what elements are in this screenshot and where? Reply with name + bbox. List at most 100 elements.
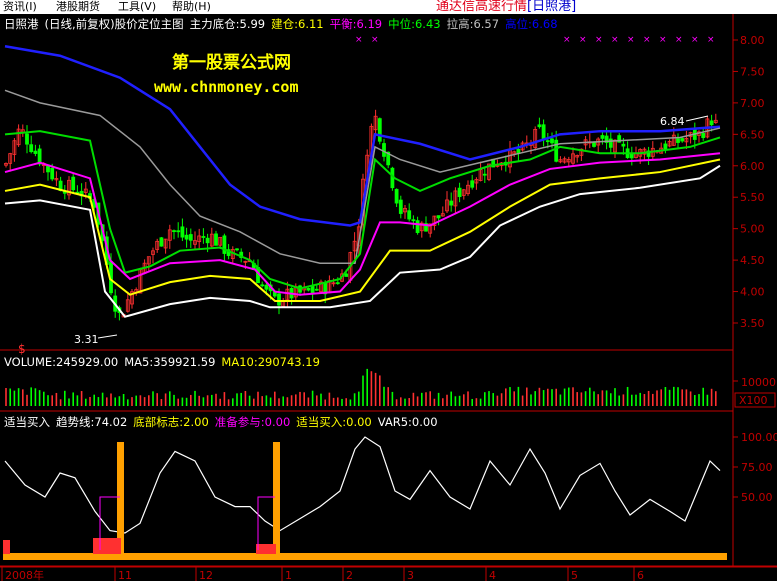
candle-body xyxy=(550,138,554,144)
bottom-flag-spike-2 xyxy=(273,442,280,560)
prepare-signal-2 xyxy=(257,496,275,550)
price-tick-label-1: 7.50 xyxy=(740,65,765,78)
signal-marker: × xyxy=(579,35,587,45)
buy-signal-marker: $ xyxy=(18,342,26,356)
annotation-low: 3.31 xyxy=(74,333,99,346)
candle-body xyxy=(50,167,55,180)
signal-marker: × xyxy=(659,35,667,45)
volume-axis-label: 10000 xyxy=(741,376,776,389)
candle-body xyxy=(436,215,441,219)
date-label-7: 5 xyxy=(571,569,578,581)
volume-unit-label: X100 xyxy=(739,394,768,407)
candle-body xyxy=(415,220,420,233)
buy-zone-0 xyxy=(3,540,10,554)
candle-body xyxy=(545,140,550,143)
indicator-tick-label-2: 50.00 xyxy=(741,491,773,504)
date-label-2: 12 xyxy=(199,569,213,581)
candle-body xyxy=(411,219,416,222)
buy-zone-2 xyxy=(256,544,276,554)
candle-body xyxy=(29,144,34,153)
candle-body xyxy=(470,180,475,188)
signal-marker: × xyxy=(563,35,571,45)
price-tick-label-9: 3.50 xyxy=(740,317,765,330)
candle-body xyxy=(205,237,210,244)
price-tick-label-8: 4.00 xyxy=(740,286,765,299)
candle-body xyxy=(537,124,542,128)
price-tick-label-2: 7.00 xyxy=(740,97,765,110)
bottom-flag-bar xyxy=(3,553,727,560)
candle-body xyxy=(608,138,613,148)
candle-body xyxy=(260,284,265,287)
candle-body xyxy=(335,282,340,285)
candle-body xyxy=(680,138,685,142)
candle-body xyxy=(554,139,559,162)
candle-body xyxy=(344,273,349,277)
candle-body xyxy=(172,230,176,233)
signal-marker: × xyxy=(611,35,619,45)
price-tick-label-7: 4.50 xyxy=(740,254,765,267)
candle-body xyxy=(184,234,189,240)
candle-body xyxy=(235,248,239,251)
price-tick-label-6: 5.00 xyxy=(740,223,765,236)
trend-line xyxy=(4,436,721,534)
candle-body xyxy=(701,132,706,139)
signal-marker: × xyxy=(627,35,635,45)
candle-body xyxy=(457,187,462,198)
candle-body xyxy=(541,124,546,140)
candle-body xyxy=(201,236,206,238)
date-label-5: 3 xyxy=(407,569,414,581)
signal-marker: × xyxy=(643,35,651,45)
signal-marker: × xyxy=(355,35,363,45)
signal-marker: × xyxy=(371,35,379,45)
candle-body xyxy=(394,188,399,204)
candle-body xyxy=(382,143,386,157)
candle-body xyxy=(25,133,29,145)
indicator-tick-label-0: 100.00 xyxy=(741,431,777,444)
signal-marker: × xyxy=(707,35,715,45)
price-tick-label-0: 8.00 xyxy=(740,34,765,47)
candle-body xyxy=(629,153,634,159)
date-label-8: 6 xyxy=(637,569,644,581)
candle-body xyxy=(71,176,76,191)
candle-body xyxy=(407,210,412,220)
candle-body xyxy=(482,173,487,176)
date-label-3: 1 xyxy=(285,569,292,581)
price-tick-label-3: 6.50 xyxy=(740,128,765,141)
candle-body xyxy=(176,230,181,233)
buy-zone-1 xyxy=(93,538,121,554)
candle-body xyxy=(180,226,185,238)
candle-body xyxy=(663,143,668,150)
date-label-4: 2 xyxy=(346,569,353,581)
candle-body xyxy=(449,200,454,206)
price-tick-label-5: 5.50 xyxy=(740,191,765,204)
candle-body xyxy=(33,150,38,154)
annotation-high: 6.84 xyxy=(660,115,685,128)
candle-body xyxy=(310,285,315,294)
watermark-url: www.chnmoney.com xyxy=(154,78,299,96)
candle-body xyxy=(188,234,193,241)
candle-body xyxy=(676,138,680,143)
candle-body xyxy=(709,120,714,126)
watermark-title: 第一股票公式网 xyxy=(172,52,291,73)
candle-body xyxy=(306,288,311,291)
candle-body xyxy=(314,288,319,291)
signal-marker: × xyxy=(691,35,699,45)
annotation-low-arrow xyxy=(97,334,118,339)
signal-marker: × xyxy=(595,35,603,45)
date-label-0: 2008年 xyxy=(5,568,44,581)
candle-body xyxy=(214,233,218,246)
price-tick-label-4: 6.00 xyxy=(740,160,765,173)
candle-body xyxy=(621,143,626,147)
indicator-tick-label-1: 75.00 xyxy=(741,461,773,474)
date-label-6: 4 xyxy=(489,569,496,581)
chart-canvas[interactable]: 8.00 7.50 7.00 6.50 6.00 5.50 5.00 4.50 4.00 3.50… xyxy=(0,0,777,581)
candle-body xyxy=(600,135,605,139)
candle-body xyxy=(377,118,382,142)
annotation-high-arrow xyxy=(685,115,709,122)
signal-marker: × xyxy=(675,35,683,45)
candle-body xyxy=(264,284,269,290)
candle-body xyxy=(277,293,281,306)
candle-body xyxy=(159,237,164,247)
date-label-1: 11 xyxy=(118,569,132,581)
candle-body xyxy=(398,199,403,214)
